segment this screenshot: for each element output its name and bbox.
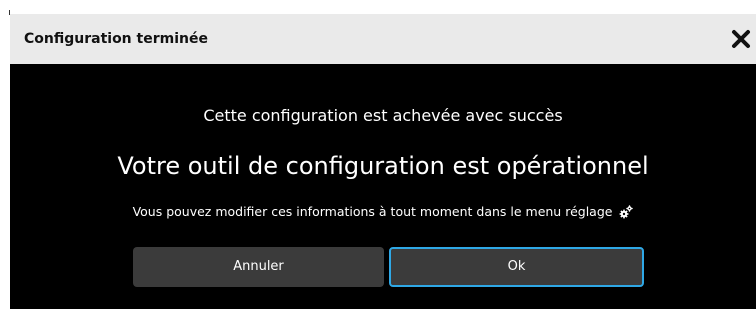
settings-info: Vous pouvez modifier ces informations à … — [10, 204, 756, 222]
success-message: Cette configuration est achevée avec suc… — [203, 106, 563, 125]
close-button[interactable] — [728, 26, 754, 52]
config-complete-dialog: Configuration terminée Cette configurati… — [10, 14, 756, 309]
close-icon — [732, 30, 750, 48]
settings-info-text: Vous pouvez modifier ces informations à … — [132, 204, 613, 219]
operational-headline: Votre outil de configuration est opérati… — [117, 152, 649, 180]
dialog-body: Cette configuration est achevée avec suc… — [10, 64, 756, 309]
ok-button[interactable]: Ok — [389, 247, 644, 287]
cancel-button[interactable]: Annuler — [133, 247, 384, 287]
dialog-title: Configuration terminée — [24, 31, 208, 47]
dialog-titlebar: Configuration terminée — [10, 14, 756, 64]
gears-icon — [619, 205, 634, 222]
